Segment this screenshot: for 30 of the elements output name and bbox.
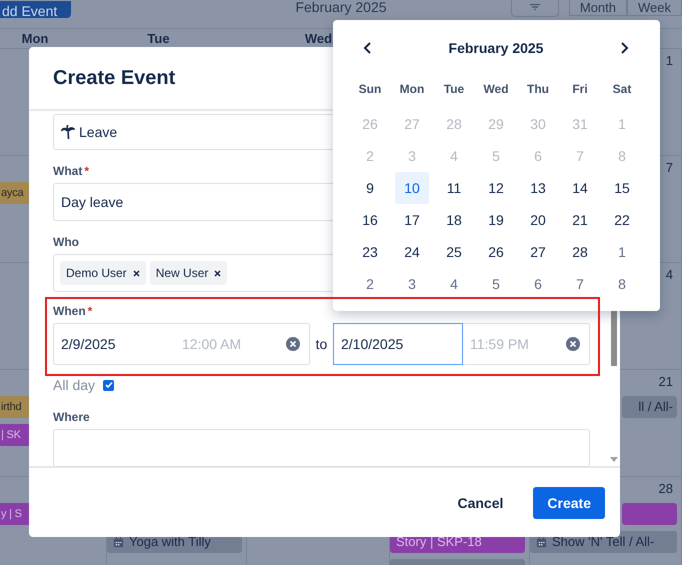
weekday-label: Thu: [526, 81, 550, 98]
month-title: February 2025: [448, 40, 544, 56]
required-mark: *: [84, 164, 89, 178]
field-label: Where: [53, 410, 90, 424]
day-number: 7: [666, 160, 674, 176]
weekday-label: Fri: [571, 81, 589, 98]
all-day-label: All day: [53, 377, 96, 393]
day-number: 1: [666, 53, 674, 69]
day-number: 21: [658, 374, 674, 390]
field-label: Who: [53, 235, 79, 249]
tag-label: Demo User: [66, 266, 127, 280]
range-separator: to: [314, 336, 328, 352]
required-mark: *: [88, 304, 92, 318]
weekday-label: Wed: [482, 81, 510, 98]
weekday-label: Sat: [612, 81, 632, 98]
dialog-title: Create Event: [53, 66, 176, 90]
weekday-header: Mon: [20, 30, 50, 48]
weekday-header: Wed: [304, 30, 334, 48]
day-number: 28: [658, 481, 674, 497]
event-title: Yoga with Tilly: [129, 533, 211, 551]
calendar-title: February 2025: [295, 0, 387, 15]
tag-label: New User: [156, 266, 208, 280]
day-number: 4: [666, 267, 674, 283]
event-title: Show 'N' Tell / All-: [552, 533, 654, 551]
field-label: When: [53, 304, 86, 318]
weekday-header: Tue: [146, 30, 171, 48]
weekday-label: Mon: [398, 81, 426, 98]
weekday-label: Tue: [442, 81, 466, 98]
field-label: What: [53, 164, 82, 178]
weekday-label: Sun: [358, 81, 382, 98]
